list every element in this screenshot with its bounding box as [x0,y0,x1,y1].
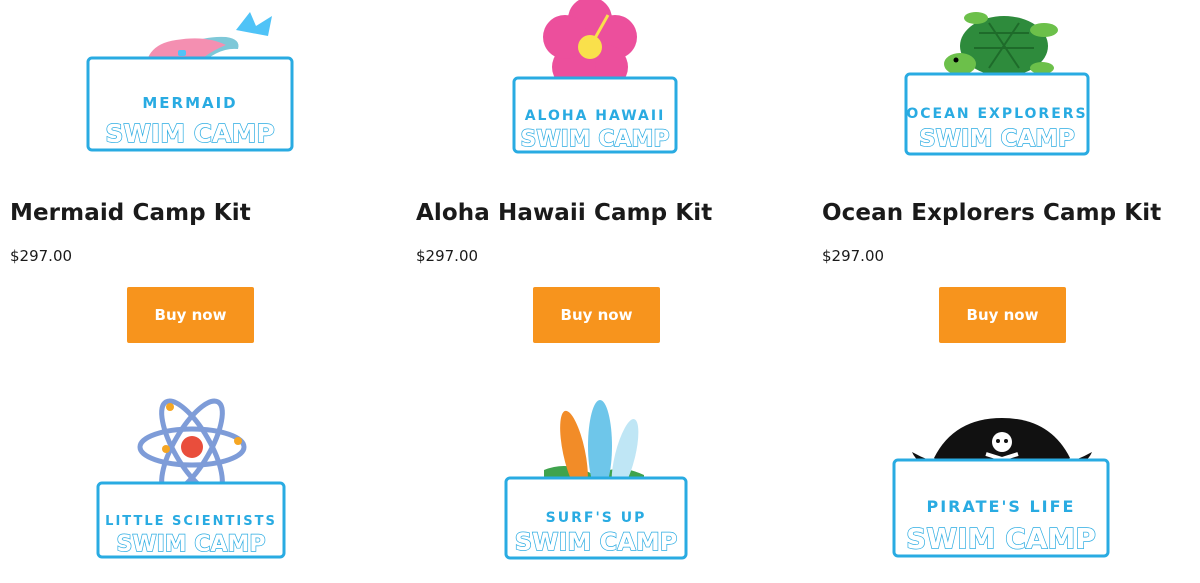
product-logo-aloha-hawaii[interactable]: ALOHA HAWAII SWIM CAMP [512,0,680,155]
svg-text:SURF'S UP: SURF'S UP [546,510,647,526]
buy-now-button[interactable]: Buy now [533,287,660,343]
product-logo-ocean-explorers[interactable]: OCEAN EXPLORERS SWIM CAMP [904,8,1094,158]
product-logo-little-scientists[interactable]: LITTLE SCIENTISTS SWIM CAMP [96,395,288,561]
svg-text:SWIM CAMP: SWIM CAMP [919,126,1075,152]
product-price: $297.00 [416,247,479,265]
svg-text:LITTLE SCIENTISTS: LITTLE SCIENTISTS [105,514,277,529]
buy-now-button[interactable]: Buy now [127,287,254,343]
product-logo-pirates-life[interactable]: PIRATE'S LIFE SWIM CAMP [892,410,1112,560]
product-price: $297.00 [822,247,885,265]
svg-text:OCEAN EXPLORERS: OCEAN EXPLORERS [906,106,1087,122]
buy-now-button[interactable]: Buy now [939,287,1066,343]
svg-text:SWIM CAMP: SWIM CAMP [906,522,1096,555]
hibiscus-icon [543,0,637,89]
svg-text:SWIM CAMP: SWIM CAMP [520,127,669,152]
svg-text:SWIM CAMP: SWIM CAMP [116,532,265,557]
product-logo-surfs-up[interactable]: SURF'S UP SWIM CAMP [504,400,690,562]
svg-text:SWIM CAMP: SWIM CAMP [105,119,274,148]
sea-turtle-icon [944,12,1058,76]
product-price: $297.00 [10,247,73,265]
svg-text:ALOHA HAWAII: ALOHA HAWAII [525,108,666,124]
svg-text:MERMAID: MERMAID [142,94,237,112]
product-title[interactable]: Ocean Explorers Camp Kit [822,200,1161,226]
product-title[interactable]: Mermaid Camp Kit [10,200,251,226]
product-title[interactable]: Aloha Hawaii Camp Kit [416,200,712,226]
svg-text:SWIM CAMP: SWIM CAMP [515,528,678,556]
product-logo-mermaid[interactable]: MERMAID SWIM CAMP [86,10,296,155]
svg-text:PIRATE'S LIFE: PIRATE'S LIFE [927,497,1076,516]
